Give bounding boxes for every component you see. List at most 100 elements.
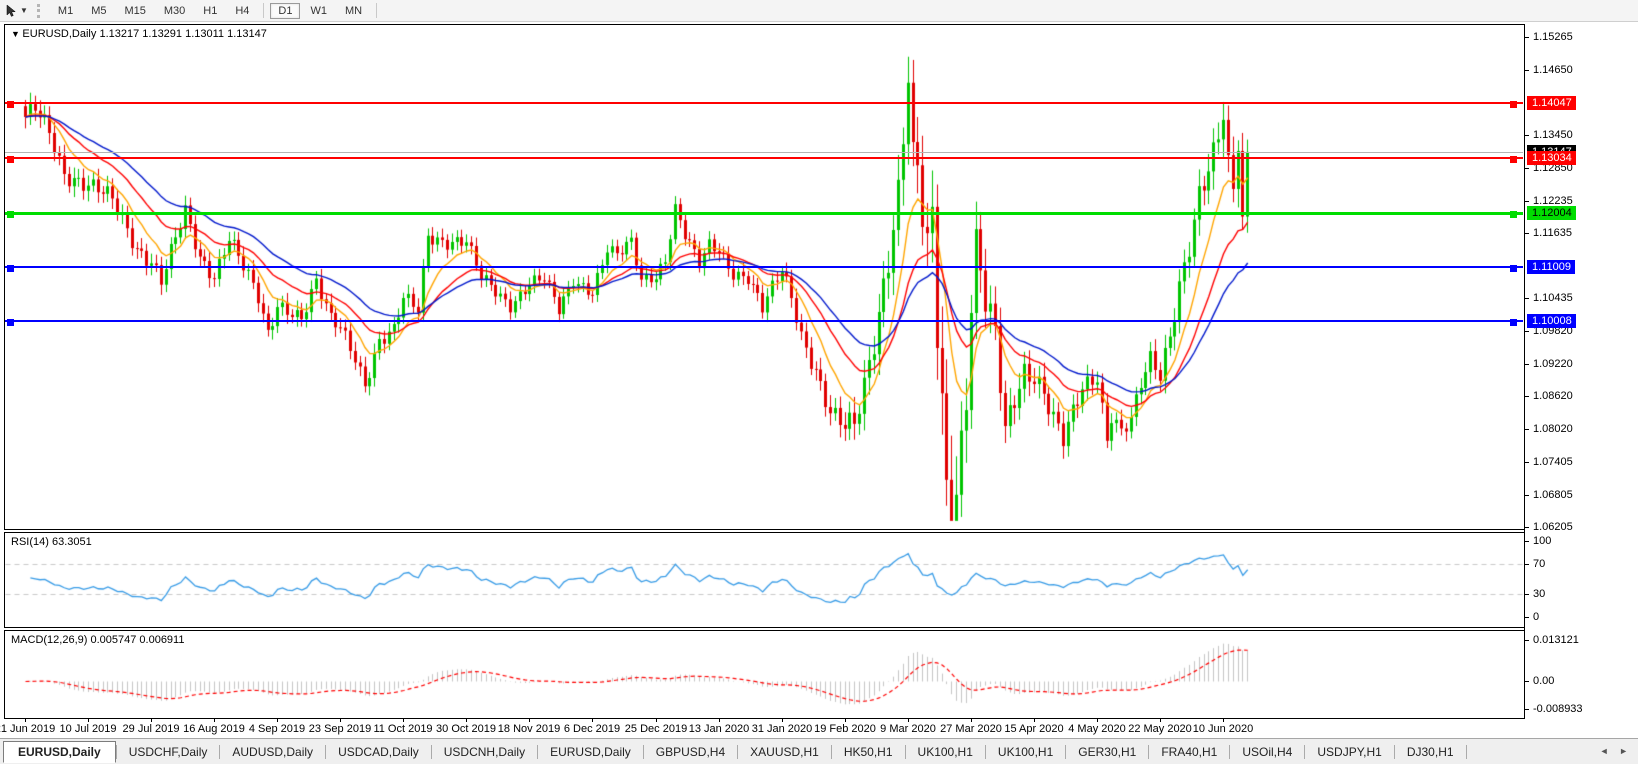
period-button-m30[interactable]: M30 bbox=[156, 3, 193, 19]
chart-tab-dj30-h1[interactable]: DJ30,H1 bbox=[1395, 742, 1466, 762]
horizontal-level-line-1.13034[interactable] bbox=[5, 157, 1523, 159]
current-price-line bbox=[5, 152, 1523, 153]
axis-tick bbox=[1525, 495, 1529, 496]
chart-tab-fra40-h1[interactable]: FRA40,H1 bbox=[1149, 742, 1229, 762]
date-tick bbox=[1160, 719, 1161, 722]
line-handle[interactable] bbox=[1510, 265, 1517, 272]
macd-label: MACD(12,26,9) 0.005747 0.006911 bbox=[11, 634, 184, 646]
chart-tab-eurusd-daily[interactable]: EURUSD,Daily bbox=[3, 741, 116, 763]
date-tick bbox=[277, 719, 278, 722]
chart-tab-uk100-h1[interactable]: UK100,H1 bbox=[986, 742, 1065, 762]
axis-tick bbox=[1525, 396, 1529, 397]
collapse-triangle-icon[interactable]: ▼ bbox=[11, 29, 22, 39]
period-button-m5[interactable]: M5 bbox=[83, 3, 114, 19]
horizontal-level-line-1.12004[interactable] bbox=[5, 212, 1523, 215]
macd-panel[interactable]: MACD(12,26,9) 0.005747 0.006911 bbox=[4, 630, 1525, 719]
date-axis-label: 22 May 2020 bbox=[1128, 723, 1192, 735]
chart-tab-ger30-h1[interactable]: GER30,H1 bbox=[1066, 742, 1148, 762]
tab-scroll-arrows[interactable]: ◄ ► bbox=[1600, 746, 1632, 756]
chart-tab-usdjpy-h1[interactable]: USDJPY,H1 bbox=[1305, 742, 1393, 762]
date-tick bbox=[151, 719, 152, 722]
line-handle[interactable] bbox=[7, 156, 14, 163]
chart-tab-usoil-h4[interactable]: USOil,H4 bbox=[1230, 742, 1304, 762]
line-handle[interactable] bbox=[7, 319, 14, 326]
main-chart-panel[interactable]: ▼ EURUSD,Daily 1.13217 1.13291 1.13011 1… bbox=[4, 24, 1525, 530]
period-button-mn[interactable]: MN bbox=[337, 3, 370, 19]
date-axis-label: 11 Oct 2019 bbox=[373, 723, 432, 735]
date-tick bbox=[214, 719, 215, 722]
tab-separator bbox=[1466, 745, 1467, 759]
date-axis-label: 29 Jul 2019 bbox=[123, 723, 180, 735]
line-handle[interactable] bbox=[7, 101, 14, 108]
date-axis-label: 27 Mar 2020 bbox=[940, 723, 1002, 735]
price-axis[interactable]: 1.152651.146501.134501.128501.122351.116… bbox=[1525, 22, 1638, 720]
toolbar-grip[interactable] bbox=[37, 4, 43, 18]
axis-tick bbox=[1525, 37, 1529, 38]
date-tick bbox=[719, 719, 720, 722]
date-tick bbox=[1223, 719, 1224, 722]
level-price-badge-1.12004: 1.12004 bbox=[1527, 206, 1576, 220]
axis-tick bbox=[1525, 709, 1529, 710]
period-button-h1[interactable]: H1 bbox=[195, 3, 225, 19]
date-tick bbox=[908, 719, 909, 722]
cursor-arrow-icon bbox=[5, 4, 18, 18]
date-tick bbox=[340, 719, 341, 722]
price-axis-label: 1.13450 bbox=[1533, 129, 1573, 141]
period-button-m1[interactable]: M1 bbox=[50, 3, 81, 19]
axis-tick bbox=[1525, 70, 1529, 71]
period-buttons: M1M5M15M30H1H4 D1W1MN bbox=[49, 3, 382, 19]
chart-ohlc-values: 1.13217 1.13291 1.13011 1.13147 bbox=[99, 28, 266, 40]
chart-tab-eurusd-daily[interactable]: EURUSD,Daily bbox=[538, 742, 643, 762]
macd-canvas[interactable] bbox=[5, 631, 1524, 718]
period-button-h4[interactable]: H4 bbox=[227, 3, 257, 19]
horizontal-level-line-1.14047[interactable] bbox=[5, 102, 1523, 104]
line-handle[interactable] bbox=[7, 211, 14, 218]
date-axis[interactable]: 21 Jun 201910 Jul 201929 Jul 201916 Aug … bbox=[4, 719, 1525, 738]
level-price-badge-1.13034: 1.13034 bbox=[1527, 151, 1576, 165]
price-axis-label: 1.06805 bbox=[1533, 489, 1573, 501]
chart-tab-uk100-h1[interactable]: UK100,H1 bbox=[906, 742, 985, 762]
axis-tick bbox=[1525, 331, 1529, 332]
chart-tab-hk50-h1[interactable]: HK50,H1 bbox=[832, 742, 905, 762]
candlestick-canvas[interactable] bbox=[5, 25, 1524, 529]
line-handle[interactable] bbox=[1510, 319, 1517, 326]
chart-tab-usdcnh-daily[interactable]: USDCNH,Daily bbox=[432, 742, 537, 762]
date-axis-label: 4 May 2020 bbox=[1068, 723, 1125, 735]
period-button-w1[interactable]: W1 bbox=[302, 3, 335, 19]
price-axis-label: 1.08020 bbox=[1533, 423, 1573, 435]
axis-tick bbox=[1525, 201, 1529, 202]
axis-tick bbox=[1525, 594, 1529, 595]
chart-tab-usdcad-daily[interactable]: USDCAD,Daily bbox=[326, 742, 431, 762]
date-axis-label: 15 Apr 2020 bbox=[1004, 723, 1063, 735]
chart-tab-usdchf-daily[interactable]: USDCHF,Daily bbox=[117, 742, 220, 762]
line-handle[interactable] bbox=[1510, 101, 1517, 108]
rsi-panel[interactable]: RSI(14) 63.3051 bbox=[4, 532, 1525, 628]
date-axis-label: 21 Jun 2019 bbox=[0, 723, 55, 735]
date-axis-label: 16 Aug 2019 bbox=[183, 723, 245, 735]
rsi-canvas[interactable] bbox=[5, 533, 1524, 627]
line-handle[interactable] bbox=[7, 265, 14, 272]
period-button-d1[interactable]: D1 bbox=[270, 3, 300, 19]
date-axis-label: 25 Dec 2019 bbox=[625, 723, 687, 735]
date-tick bbox=[466, 719, 467, 722]
chart-tab-audusd-daily[interactable]: AUDUSD,Daily bbox=[220, 742, 325, 762]
rsi-axis-label: 0 bbox=[1533, 611, 1539, 623]
chart-tab-xauusd-h1[interactable]: XAUUSD,H1 bbox=[738, 742, 831, 762]
line-handle[interactable] bbox=[1510, 211, 1517, 218]
chart-cursor-icon[interactable]: ▼ bbox=[2, 2, 31, 20]
chart-header: ▼ EURUSD,Daily 1.13217 1.13291 1.13011 1… bbox=[11, 28, 267, 40]
horizontal-level-line-1.11009[interactable] bbox=[5, 266, 1523, 268]
horizontal-level-line-1.10008[interactable] bbox=[5, 320, 1523, 322]
price-axis-label: 1.07405 bbox=[1533, 456, 1573, 468]
axis-tick bbox=[1525, 527, 1529, 528]
axis-tick bbox=[1525, 135, 1529, 136]
chart-tab-gbpusd-h4[interactable]: GBPUSD,H4 bbox=[644, 742, 737, 762]
price-axis-label: 1.12235 bbox=[1533, 195, 1573, 207]
price-axis-label: 1.06205 bbox=[1533, 521, 1573, 533]
period-button-m15[interactable]: M15 bbox=[116, 3, 153, 19]
date-tick bbox=[25, 719, 26, 722]
axis-tick bbox=[1525, 462, 1529, 463]
axis-tick bbox=[1525, 168, 1529, 169]
line-handle[interactable] bbox=[1510, 156, 1517, 163]
chart-symbol-label: EURUSD,Daily bbox=[22, 28, 96, 40]
